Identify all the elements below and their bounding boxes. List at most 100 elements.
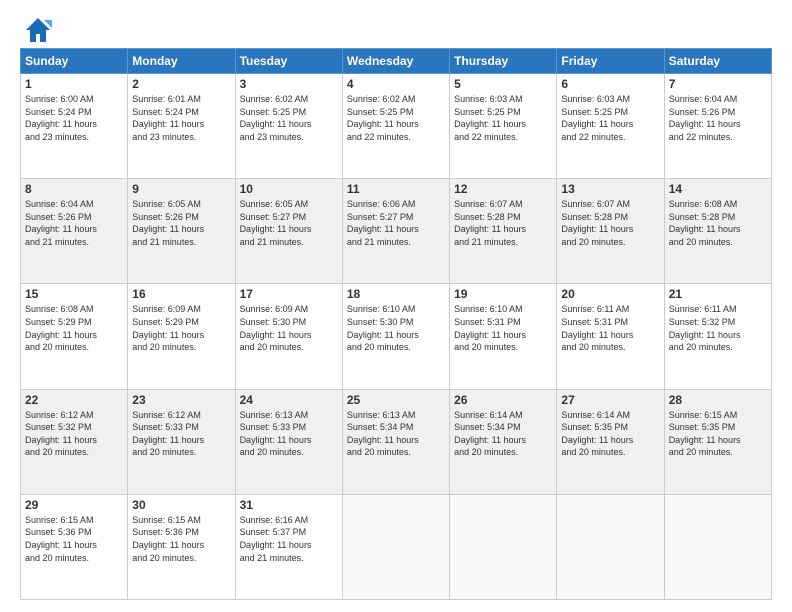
day-info: Sunrise: 6:05 AM Sunset: 5:26 PM Dayligh…	[132, 198, 230, 248]
calendar-cell: 8 Sunrise: 6:04 AM Sunset: 5:26 PM Daylig…	[21, 179, 128, 284]
calendar-cell: 4 Sunrise: 6:02 AM Sunset: 5:25 PM Daylig…	[342, 74, 449, 179]
day-info: Sunrise: 6:14 AM Sunset: 5:34 PM Dayligh…	[454, 409, 552, 459]
calendar-cell: 30Sunrise: 6:15 AM Sunset: 5:36 PM Dayli…	[128, 494, 235, 599]
calendar-week-3: 15Sunrise: 6:08 AM Sunset: 5:29 PM Dayli…	[21, 284, 772, 389]
calendar-cell: 15Sunrise: 6:08 AM Sunset: 5:29 PM Dayli…	[21, 284, 128, 389]
calendar-cell: 31 Sunrise: 6:16 AM Sunset: 5:37 PM Dayli…	[235, 494, 342, 599]
day-number: 13	[561, 182, 659, 196]
day-number: 23	[132, 393, 230, 407]
day-number: 29	[25, 498, 123, 512]
day-info: Sunrise: 6:02 AM Sunset: 5:25 PM Dayligh…	[240, 93, 338, 143]
calendar-cell: 2 Sunrise: 6:01 AM Sunset: 5:24 PM Daylig…	[128, 74, 235, 179]
day-number: 26	[454, 393, 552, 407]
day-info: Sunrise: 6:02 AM Sunset: 5:25 PM Dayligh…	[347, 93, 445, 143]
day-info: Sunrise: 6:07 AM Sunset: 5:28 PM Dayligh…	[561, 198, 659, 248]
calendar-cell: 5 Sunrise: 6:03 AM Sunset: 5:25 PM Daylig…	[450, 74, 557, 179]
day-info: Sunrise: 6:15 AM Sunset: 5:36 PM Dayligh…	[25, 514, 123, 564]
logo	[20, 20, 52, 40]
calendar-cell: 10 Sunrise: 6:05 AM Sunset: 5:27 PM Dayli…	[235, 179, 342, 284]
page: SundayMondayTuesdayWednesdayThursdayFrid…	[0, 0, 792, 612]
calendar-header-tuesday: Tuesday	[235, 49, 342, 74]
day-number: 25	[347, 393, 445, 407]
day-info: Sunrise: 6:12 AM Sunset: 5:33 PM Dayligh…	[132, 409, 230, 459]
calendar-cell: 6 Sunrise: 6:03 AM Sunset: 5:25 PM Daylig…	[557, 74, 664, 179]
calendar-cell: 1 Sunrise: 6:00 AM Sunset: 5:24 PM Daylig…	[21, 74, 128, 179]
day-number: 19	[454, 287, 552, 301]
calendar-header-friday: Friday	[557, 49, 664, 74]
calendar-cell: 25 Sunrise: 6:13 AM Sunset: 5:34 PM Dayli…	[342, 389, 449, 494]
calendar-cell	[450, 494, 557, 599]
day-number: 27	[561, 393, 659, 407]
day-info: Sunrise: 6:03 AM Sunset: 5:25 PM Dayligh…	[454, 93, 552, 143]
day-info: Sunrise: 6:10 AM Sunset: 5:31 PM Dayligh…	[454, 303, 552, 353]
calendar-header-saturday: Saturday	[664, 49, 771, 74]
day-info: Sunrise: 6:14 AM Sunset: 5:35 PM Dayligh…	[561, 409, 659, 459]
day-number: 12	[454, 182, 552, 196]
calendar-cell: 7 Sunrise: 6:04 AM Sunset: 5:26 PM Daylig…	[664, 74, 771, 179]
calendar-cell: 22Sunrise: 6:12 AM Sunset: 5:32 PM Dayli…	[21, 389, 128, 494]
calendar-cell: 3 Sunrise: 6:02 AM Sunset: 5:25 PM Daylig…	[235, 74, 342, 179]
day-number: 5	[454, 77, 552, 91]
calendar-week-1: 1 Sunrise: 6:00 AM Sunset: 5:24 PM Daylig…	[21, 74, 772, 179]
calendar-cell: 26 Sunrise: 6:14 AM Sunset: 5:34 PM Dayli…	[450, 389, 557, 494]
calendar-cell: 19 Sunrise: 6:10 AM Sunset: 5:31 PM Dayli…	[450, 284, 557, 389]
day-info: Sunrise: 6:11 AM Sunset: 5:31 PM Dayligh…	[561, 303, 659, 353]
calendar-cell: 11Sunrise: 6:06 AM Sunset: 5:27 PM Dayli…	[342, 179, 449, 284]
day-info: Sunrise: 6:03 AM Sunset: 5:25 PM Dayligh…	[561, 93, 659, 143]
day-info: Sunrise: 6:13 AM Sunset: 5:34 PM Dayligh…	[347, 409, 445, 459]
day-number: 8	[25, 182, 123, 196]
day-number: 28	[669, 393, 767, 407]
calendar-cell: 29 Sunrise: 6:15 AM Sunset: 5:36 PM Dayli…	[21, 494, 128, 599]
day-info: Sunrise: 6:08 AM Sunset: 5:28 PM Dayligh…	[669, 198, 767, 248]
calendar-cell: 17 Sunrise: 6:09 AM Sunset: 5:30 PM Dayli…	[235, 284, 342, 389]
day-number: 21	[669, 287, 767, 301]
day-info: Sunrise: 6:09 AM Sunset: 5:30 PM Dayligh…	[240, 303, 338, 353]
day-info: Sunrise: 6:08 AM Sunset: 5:29 PM Dayligh…	[25, 303, 123, 353]
day-info: Sunrise: 6:01 AM Sunset: 5:24 PM Dayligh…	[132, 93, 230, 143]
day-number: 7	[669, 77, 767, 91]
calendar-header-row: SundayMondayTuesdayWednesdayThursdayFrid…	[21, 49, 772, 74]
calendar-cell: 13 Sunrise: 6:07 AM Sunset: 5:28 PM Dayli…	[557, 179, 664, 284]
day-number: 2	[132, 77, 230, 91]
day-number: 18	[347, 287, 445, 301]
day-info: Sunrise: 6:09 AM Sunset: 5:29 PM Dayligh…	[132, 303, 230, 353]
day-info: Sunrise: 6:16 AM Sunset: 5:37 PM Dayligh…	[240, 514, 338, 564]
day-number: 6	[561, 77, 659, 91]
header	[20, 16, 772, 40]
calendar-header-wednesday: Wednesday	[342, 49, 449, 74]
calendar-cell	[557, 494, 664, 599]
day-number: 31	[240, 498, 338, 512]
logo-icon	[24, 16, 52, 44]
day-info: Sunrise: 6:15 AM Sunset: 5:36 PM Dayligh…	[132, 514, 230, 564]
calendar-table: SundayMondayTuesdayWednesdayThursdayFrid…	[20, 48, 772, 600]
day-number: 10	[240, 182, 338, 196]
day-number: 24	[240, 393, 338, 407]
day-number: 1	[25, 77, 123, 91]
calendar-cell: 27 Sunrise: 6:14 AM Sunset: 5:35 PM Dayli…	[557, 389, 664, 494]
calendar-header-sunday: Sunday	[21, 49, 128, 74]
day-number: 3	[240, 77, 338, 91]
day-info: Sunrise: 6:04 AM Sunset: 5:26 PM Dayligh…	[669, 93, 767, 143]
calendar-cell: 12Sunrise: 6:07 AM Sunset: 5:28 PM Dayli…	[450, 179, 557, 284]
calendar-header-monday: Monday	[128, 49, 235, 74]
day-number: 4	[347, 77, 445, 91]
calendar-header-thursday: Thursday	[450, 49, 557, 74]
day-info: Sunrise: 6:10 AM Sunset: 5:30 PM Dayligh…	[347, 303, 445, 353]
calendar-week-2: 8 Sunrise: 6:04 AM Sunset: 5:26 PM Daylig…	[21, 179, 772, 284]
day-info: Sunrise: 6:12 AM Sunset: 5:32 PM Dayligh…	[25, 409, 123, 459]
day-number: 20	[561, 287, 659, 301]
day-info: Sunrise: 6:04 AM Sunset: 5:26 PM Dayligh…	[25, 198, 123, 248]
day-number: 16	[132, 287, 230, 301]
calendar-cell: 14Sunrise: 6:08 AM Sunset: 5:28 PM Dayli…	[664, 179, 771, 284]
calendar-week-5: 29 Sunrise: 6:15 AM Sunset: 5:36 PM Dayli…	[21, 494, 772, 599]
day-number: 17	[240, 287, 338, 301]
day-info: Sunrise: 6:11 AM Sunset: 5:32 PM Dayligh…	[669, 303, 767, 353]
calendar-cell: 20 Sunrise: 6:11 AM Sunset: 5:31 PM Dayli…	[557, 284, 664, 389]
day-info: Sunrise: 6:00 AM Sunset: 5:24 PM Dayligh…	[25, 93, 123, 143]
calendar-cell: 24Sunrise: 6:13 AM Sunset: 5:33 PM Dayli…	[235, 389, 342, 494]
calendar-cell: 21 Sunrise: 6:11 AM Sunset: 5:32 PM Dayli…	[664, 284, 771, 389]
calendar-cell: 16 Sunrise: 6:09 AM Sunset: 5:29 PM Dayli…	[128, 284, 235, 389]
day-info: Sunrise: 6:05 AM Sunset: 5:27 PM Dayligh…	[240, 198, 338, 248]
day-info: Sunrise: 6:15 AM Sunset: 5:35 PM Dayligh…	[669, 409, 767, 459]
calendar-cell: 28 Sunrise: 6:15 AM Sunset: 5:35 PM Dayli…	[664, 389, 771, 494]
